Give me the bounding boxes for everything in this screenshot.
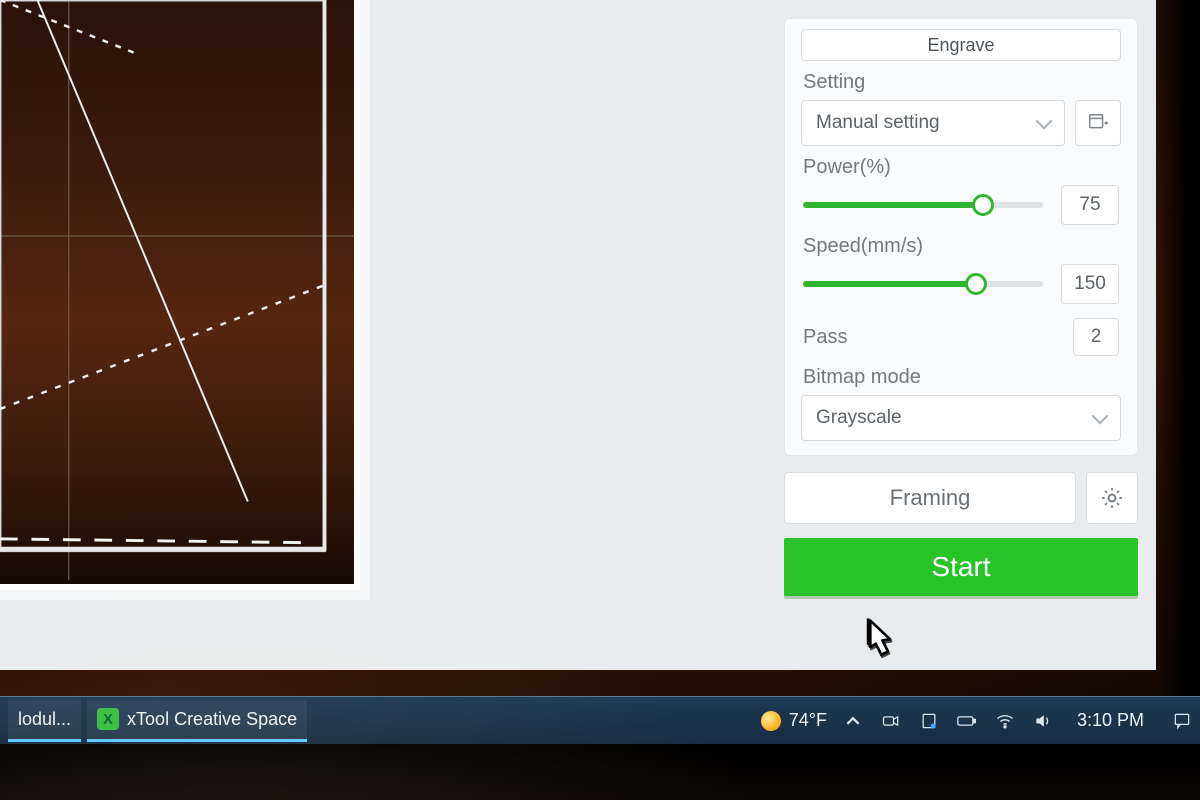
engrave-card: Engrave Setting Manual setting xyxy=(784,18,1138,456)
pass-label: Pass xyxy=(803,326,847,349)
battery-icon[interactable] xyxy=(957,711,977,731)
taskbar-weather[interactable]: 74°F xyxy=(751,700,837,742)
taskbar-item-xtool-label: xTool Creative Space xyxy=(127,709,297,730)
bitmap-mode-select[interactable]: Grayscale xyxy=(801,395,1121,441)
page-icon xyxy=(919,711,939,731)
notification-icon xyxy=(1172,711,1192,731)
design-artwork xyxy=(0,0,354,580)
taskbar-clock[interactable]: 3:10 PM xyxy=(1077,710,1144,731)
bitmap-mode-value: Grayscale xyxy=(816,407,902,429)
power-value-input[interactable]: 75 xyxy=(1061,185,1119,225)
tray-overflow-button[interactable] xyxy=(843,711,863,731)
taskbar-item-xtool[interactable]: X xTool Creative Space xyxy=(87,700,307,742)
speed-value-input[interactable]: 150 xyxy=(1061,264,1119,304)
monitor-bezel-bottom xyxy=(0,744,1200,800)
power-slider-thumb[interactable] xyxy=(972,194,994,216)
framing-button[interactable]: Framing xyxy=(784,472,1076,524)
processing-mode-label: Engrave xyxy=(927,35,994,56)
setting-label: Setting xyxy=(803,71,1121,94)
gear-icon xyxy=(1099,485,1125,511)
camera-icon xyxy=(881,711,901,731)
battery-glyph-icon xyxy=(957,714,977,728)
wifi-glyph-icon xyxy=(995,711,1015,731)
framing-settings-button[interactable] xyxy=(1086,472,1138,524)
system-tray: 3:10 PM xyxy=(843,710,1192,731)
settings-panel: Engrave Setting Manual setting xyxy=(770,0,1156,670)
speed-slider[interactable] xyxy=(803,281,1043,287)
power-slider-fill xyxy=(803,202,983,208)
xtool-app-icon: X xyxy=(97,708,119,730)
pass-value-input[interactable]: 2 xyxy=(1073,318,1119,356)
workspace-gap xyxy=(370,0,770,670)
speed-value: 150 xyxy=(1074,273,1106,295)
canvas-preview[interactable] xyxy=(0,0,360,590)
processing-mode-select[interactable]: Engrave xyxy=(801,29,1121,61)
action-center-button[interactable] xyxy=(1172,711,1192,731)
setting-select-value: Manual setting xyxy=(816,112,940,134)
speed-slider-fill xyxy=(803,281,976,287)
monitor-bezel-right xyxy=(1156,0,1200,696)
taskbar-item-1-label: lodul... xyxy=(18,709,71,730)
setting-select[interactable]: Manual setting xyxy=(801,100,1065,146)
weather-sun-icon xyxy=(761,711,781,731)
export-icon xyxy=(1087,112,1109,134)
speaker-icon xyxy=(1033,711,1053,731)
speed-slider-thumb[interactable] xyxy=(965,273,987,295)
taskbar: lodul... X xTool Creative Space 74°F xyxy=(0,696,1200,744)
pass-value: 2 xyxy=(1091,326,1102,348)
chevron-up-icon xyxy=(846,714,860,728)
framing-label: Framing xyxy=(890,485,971,511)
chevron-down-icon xyxy=(1036,113,1053,130)
volume-icon[interactable] xyxy=(1033,711,1053,731)
wifi-icon[interactable] xyxy=(995,711,1015,731)
meet-now-icon[interactable] xyxy=(881,711,901,731)
power-label: Power(%) xyxy=(803,156,1121,179)
weather-temp: 74°F xyxy=(789,710,827,731)
news-interests-icon[interactable] xyxy=(919,711,939,731)
taskbar-item-1[interactable]: lodul... xyxy=(8,700,81,742)
power-value: 75 xyxy=(1079,194,1100,216)
bitmap-mode-label: Bitmap mode xyxy=(803,366,1121,389)
chevron-down-icon xyxy=(1092,408,1109,425)
start-button[interactable]: Start xyxy=(784,538,1138,596)
export-settings-button[interactable] xyxy=(1075,100,1121,146)
app-window: Engrave Setting Manual setting xyxy=(0,0,1156,670)
canvas-pane xyxy=(0,0,370,600)
power-slider[interactable] xyxy=(803,202,1043,208)
start-label: Start xyxy=(931,551,990,583)
speed-label: Speed(mm/s) xyxy=(803,235,1121,258)
